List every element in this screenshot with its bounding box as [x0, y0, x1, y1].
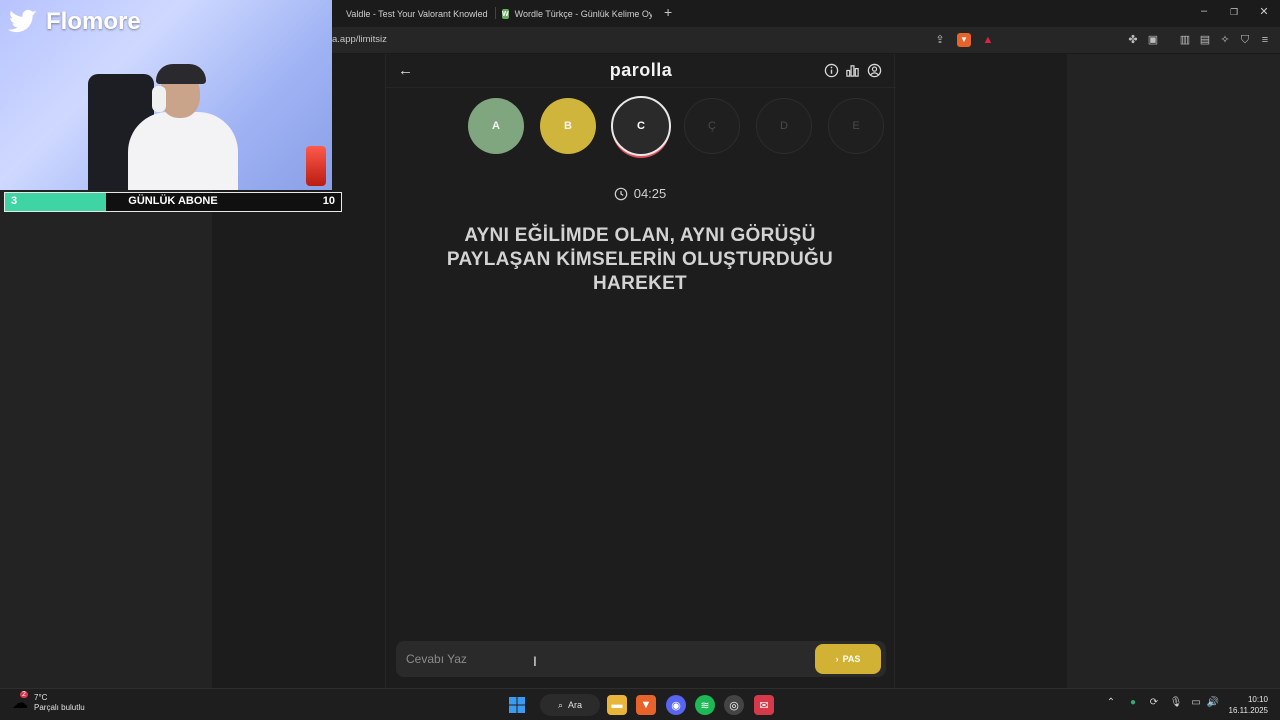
clock-icon: [614, 187, 628, 200]
brave-rewards-icon[interactable]: ▲: [981, 33, 995, 47]
close-icon[interactable]: ✕: [1254, 5, 1274, 18]
plus-icon[interactable]: +: [664, 4, 672, 20]
cloud-sun-icon: ☁ 2: [12, 691, 28, 712]
answer-bar: › PAS: [396, 641, 886, 677]
tab-valdle[interactable]: Valdle - Test Your Valorant Knowledg: [340, 4, 488, 24]
vpn-icon[interactable]: ⛉: [1238, 33, 1252, 47]
streamer-body: [128, 112, 238, 190]
screen: Valdle - Test Your Valorant Knowledg W W…: [0, 0, 1280, 720]
answer-input[interactable]: [406, 649, 796, 669]
taskbar-search[interactable]: ⌕ Ara: [540, 694, 600, 716]
discord-icon[interactable]: ◉: [666, 695, 686, 715]
sub-goal-bar: 3 GÜNLÜK ABONE 10: [4, 192, 342, 212]
webcam-overlay: Flomore: [0, 0, 332, 190]
windows-taskbar: ☁ 2 7°C Parçalı bulutlu ⌕ Ara ▬ ▼ ◉ ≋ ◎ …: [0, 688, 1280, 720]
menu-icon[interactable]: ≡: [1258, 33, 1272, 47]
stream-brand: Flomore: [8, 8, 141, 36]
letter-circle-c-cedilla: Ç: [684, 98, 740, 154]
spotify-icon[interactable]: ≋: [695, 695, 715, 715]
countdown-timer: 04:25: [386, 186, 894, 201]
tab-label: Wordle Türkçe - Günlük Kelime Oyun: [514, 9, 652, 19]
brave-shield-icon[interactable]: ▼: [957, 33, 971, 47]
file-explorer-icon[interactable]: ▬: [607, 695, 627, 715]
profile-icon[interactable]: [867, 63, 882, 78]
clock-time: 10:10: [1247, 695, 1268, 704]
sub-goal-label: GÜNLÜK ABONE: [128, 195, 218, 207]
question-text: AYNI EĞİLİMDE OLAN, AYNI GÖRÜŞÜ PAYLAŞAN…: [446, 225, 834, 294]
letter-circle-a: A: [468, 98, 524, 154]
microphone: [306, 146, 326, 186]
letter-circle-c-current: C: [611, 96, 671, 156]
wordle-favicon-icon: W: [502, 9, 509, 19]
mic-icon[interactable]: 🎙: [1168, 697, 1184, 708]
search-label: Ara: [568, 700, 583, 710]
chevron-up-icon[interactable]: ⌃: [1103, 697, 1119, 708]
weather-temp: 7°C: [34, 693, 48, 702]
url-field[interactable]: a.app/limitsiz: [332, 34, 387, 45]
letter-circle-b: B: [540, 98, 596, 154]
info-icon[interactable]: [824, 63, 839, 78]
extensions-icon[interactable]: ✤: [1126, 33, 1140, 47]
letter-circle-d: D: [756, 98, 812, 154]
tab-divider: [495, 7, 496, 19]
brand-name: Flomore: [46, 8, 141, 35]
letter-progress: A B C Ç D E: [468, 96, 888, 158]
leo-ai-icon[interactable]: ✧: [1218, 33, 1232, 47]
tray-app-icon[interactable]: ●: [1125, 697, 1141, 708]
app-red-icon[interactable]: ✉: [754, 695, 774, 715]
tab-wallet-icon[interactable]: ▤: [1198, 33, 1212, 47]
volume-icon[interactable]: 🔊: [1205, 697, 1221, 708]
minimize-icon[interactable]: –: [1194, 5, 1214, 17]
letter-circle-e: E: [828, 98, 884, 154]
headset: [152, 86, 166, 112]
pass-label: PAS: [842, 654, 861, 664]
tab-label: Valdle - Test Your Valorant Knowledg: [346, 9, 488, 19]
twitter-bird-icon: [8, 9, 37, 33]
app-header: ← parolla: [386, 54, 896, 88]
sync-icon[interactable]: ⟳: [1146, 697, 1162, 708]
sidebar-icon[interactable]: ▥: [1178, 33, 1192, 47]
streamer-cap: [156, 64, 206, 84]
weather-desc: Parçalı bulutlu: [34, 703, 85, 712]
network-icon[interactable]: ▭: [1188, 697, 1204, 708]
system-clock[interactable]: 10:10 16.11.2025: [1229, 694, 1268, 716]
pass-button[interactable]: › PAS: [815, 644, 881, 674]
weather-badge: 2: [20, 691, 28, 698]
timer-value: 04:25: [633, 186, 667, 201]
windows-start-icon[interactable]: [507, 695, 527, 715]
page-right-gutter: [1067, 54, 1280, 688]
tab-wordle[interactable]: W Wordle Türkçe - Günlük Kelime Oyun: [502, 4, 652, 24]
obs-icon[interactable]: ◎: [724, 695, 744, 715]
weather-widget[interactable]: ☁ 2 7°C Parçalı bulutlu: [12, 691, 85, 713]
share-icon[interactable]: ⇪: [933, 33, 947, 47]
app-title: parolla: [609, 60, 673, 80]
chevron-right-icon: ›: [835, 654, 839, 664]
search-icon: ⌕: [557, 699, 564, 710]
stats-icon[interactable]: [845, 63, 860, 78]
wallet-icon[interactable]: ▣: [1146, 33, 1160, 47]
restore-icon[interactable]: ❐: [1224, 7, 1244, 18]
text-cursor-icon: I: [533, 653, 537, 669]
brave-browser-icon[interactable]: ▼: [636, 695, 656, 715]
sub-goal-target: 10: [322, 195, 335, 207]
clock-date: 16.11.2025: [1228, 706, 1268, 715]
parolla-app: ← parolla A B C Ç D E 04:25 AYNI EĞİLİMD…: [385, 54, 896, 688]
